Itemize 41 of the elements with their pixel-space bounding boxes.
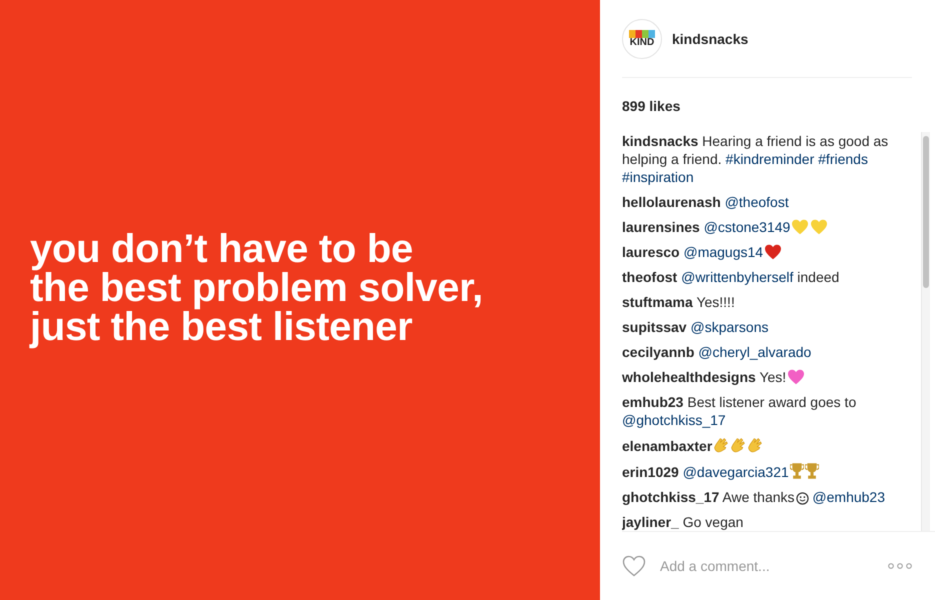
comment: stuftmama Yes!!!!	[622, 293, 736, 311]
comment: kindsnacks Hearing a friend is as good as helping a friend. #kindreminder #friends #inspiration	[622, 132, 890, 186]
smiley-icon	[796, 492, 809, 505]
username[interactable]: kindsnacks	[672, 30, 748, 46]
heart-icon	[791, 219, 810, 235]
heart-icon	[787, 369, 806, 385]
heart-icon	[810, 219, 828, 235]
likes-count[interactable]: 899 likes	[622, 78, 912, 132]
trophy-icon	[804, 462, 819, 480]
trophy-icon	[790, 462, 804, 480]
mention-link[interactable]: @theofost	[724, 194, 789, 210]
comment: laurensines @cstone3149	[622, 218, 902, 236]
more-options-icon[interactable]	[888, 563, 912, 569]
comment: hellolaurenash @theofost	[622, 193, 790, 211]
mention-link[interactable]: #friends	[818, 151, 868, 167]
mention-link[interactable]: @cstone3149	[704, 219, 790, 235]
comment: erin1029 @davegarcia321	[622, 462, 902, 481]
mention-link[interactable]: @davegarcia321	[682, 464, 789, 480]
scrollbar[interactable]	[921, 132, 930, 531]
mention-link[interactable]: #kindreminder	[726, 151, 814, 167]
comment: theofost @writtenbyherself indeed	[622, 268, 840, 286]
comment: supitssav @skparsons	[622, 318, 770, 336]
mention-link[interactable]: #inspiration	[622, 169, 694, 185]
mention-link[interactable]: @emhub23	[812, 489, 885, 505]
mention-link[interactable]: @writtenbyherself	[681, 269, 794, 285]
comment: wholehealthdesigns Yes!	[622, 368, 902, 386]
comment: cecilyannb @cheryl_alvarado	[622, 343, 812, 361]
mention-link[interactable]: @cheryl_alvarado	[698, 344, 812, 360]
mention-link[interactable]: @ghotchkiss_17	[622, 412, 726, 428]
comment: elenambaxter	[622, 436, 902, 455]
comment: ghotchkiss_17 Awe thanks @emhub23	[622, 488, 886, 506]
heart-icon	[764, 244, 782, 260]
avatar[interactable]: KIND	[622, 18, 662, 58]
comment: jayliner_ Go vegan	[622, 513, 744, 531]
slogan-text: you don’t have to be	[30, 230, 414, 268]
mention-link[interactable]: @magugs14	[683, 244, 764, 260]
comment: lauresco @magugs14	[622, 243, 902, 261]
comment: emhub23 Best listener award goes to @ghotchkiss_17	[622, 393, 858, 429]
scrollbar-thumb[interactable]	[923, 136, 929, 288]
like-heart-icon[interactable]	[622, 555, 646, 577]
mention-link[interactable]: @skparsons	[690, 319, 769, 335]
